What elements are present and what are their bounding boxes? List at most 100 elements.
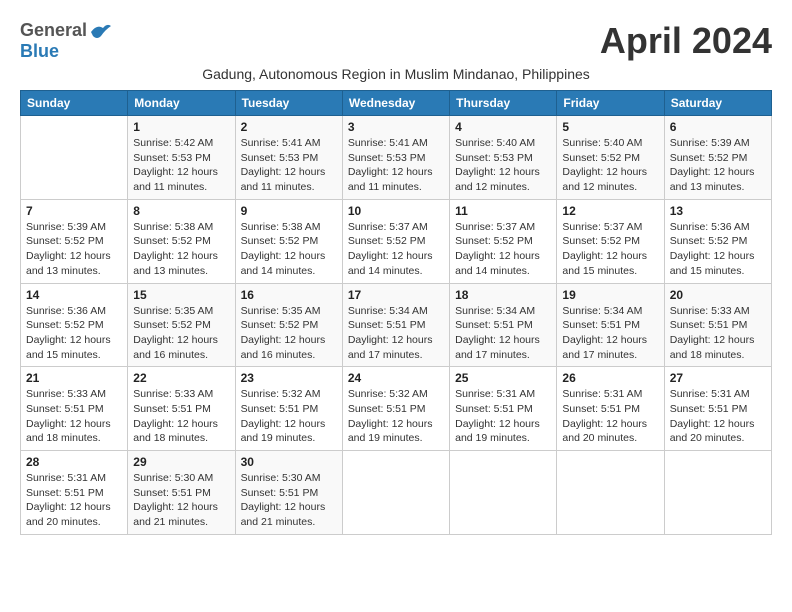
- calendar-week-row: 7 Sunrise: 5:39 AM Sunset: 5:52 PM Daylig…: [21, 199, 772, 283]
- day-number: 9: [241, 204, 337, 218]
- logo-bird-icon: [89, 22, 111, 40]
- calendar-table: SundayMondayTuesdayWednesdayThursdayFrid…: [20, 90, 772, 535]
- day-number: 20: [670, 288, 766, 302]
- calendar-day-cell: 22Sunrise: 5:33 AM Sunset: 5:51 PM Dayli…: [128, 367, 235, 451]
- day-info: Sunrise: 5:35 AM Sunset: 5:52 PM Dayligh…: [133, 304, 229, 363]
- calendar-day-cell: 12Sunrise: 5:37 AM Sunset: 5:52 PM Dayli…: [557, 199, 664, 283]
- weekday-header-cell: Saturday: [664, 91, 771, 116]
- day-info: Sunrise: 5:42 AM Sunset: 5:53 PM Dayligh…: [133, 136, 229, 195]
- weekday-header-row: SundayMondayTuesdayWednesdayThursdayFrid…: [21, 91, 772, 116]
- calendar-day-cell: 21Sunrise: 5:33 AM Sunset: 5:51 PM Dayli…: [21, 367, 128, 451]
- logo-blue-text: Blue: [20, 41, 59, 62]
- day-number: 3: [348, 120, 444, 134]
- day-info: Sunrise: 5:39 AM Sunset: 5:52 PM Dayligh…: [670, 136, 766, 195]
- day-info: Sunrise: 5:37 AM Sunset: 5:52 PM Dayligh…: [455, 220, 551, 279]
- calendar-body: 1 Sunrise: 5:42 AM Sunset: 5:53 PM Daylig…: [21, 116, 772, 535]
- calendar-day-cell: 4 Sunrise: 5:40 AM Sunset: 5:53 PM Daylig…: [450, 116, 557, 200]
- day-number: 15: [133, 288, 229, 302]
- day-info: Sunrise: 5:35 AM Sunset: 5:52 PM Dayligh…: [241, 304, 337, 363]
- day-number: 18: [455, 288, 551, 302]
- day-number: 13: [670, 204, 766, 218]
- calendar-day-cell: 17Sunrise: 5:34 AM Sunset: 5:51 PM Dayli…: [342, 283, 449, 367]
- day-number: 19: [562, 288, 658, 302]
- logo-general-text: General: [20, 20, 87, 41]
- calendar-day-cell: 30Sunrise: 5:30 AM Sunset: 5:51 PM Dayli…: [235, 451, 342, 535]
- day-number: 17: [348, 288, 444, 302]
- weekday-header-cell: Friday: [557, 91, 664, 116]
- day-info: Sunrise: 5:37 AM Sunset: 5:52 PM Dayligh…: [348, 220, 444, 279]
- calendar-day-cell: 29 Sunrise: 5:30 AM Sunset: 5:51 PM Dayli…: [128, 451, 235, 535]
- day-number: 4: [455, 120, 551, 134]
- day-number: 8: [133, 204, 229, 218]
- weekday-header-cell: Tuesday: [235, 91, 342, 116]
- day-info: Sunrise: 5:41 AM Sunset: 5:53 PM Dayligh…: [348, 136, 444, 195]
- day-number: 29: [133, 455, 229, 469]
- day-number: 12: [562, 204, 658, 218]
- calendar-week-row: 1 Sunrise: 5:42 AM Sunset: 5:53 PM Daylig…: [21, 116, 772, 200]
- calendar-day-cell: 8 Sunrise: 5:38 AM Sunset: 5:52 PM Daylig…: [128, 199, 235, 283]
- calendar-day-cell: 5 Sunrise: 5:40 AM Sunset: 5:52 PM Daylig…: [557, 116, 664, 200]
- day-info: Sunrise: 5:31 AM Sunset: 5:51 PM Dayligh…: [26, 471, 122, 530]
- day-info: Sunrise: 5:31 AM Sunset: 5:51 PM Dayligh…: [670, 387, 766, 446]
- day-info: Sunrise: 5:33 AM Sunset: 5:51 PM Dayligh…: [26, 387, 122, 446]
- day-number: 26: [562, 371, 658, 385]
- calendar-week-row: 28Sunrise: 5:31 AM Sunset: 5:51 PM Dayli…: [21, 451, 772, 535]
- calendar-day-cell: 28Sunrise: 5:31 AM Sunset: 5:51 PM Dayli…: [21, 451, 128, 535]
- calendar-day-cell: 3 Sunrise: 5:41 AM Sunset: 5:53 PM Daylig…: [342, 116, 449, 200]
- weekday-header-cell: Wednesday: [342, 91, 449, 116]
- calendar-day-cell: 7 Sunrise: 5:39 AM Sunset: 5:52 PM Daylig…: [21, 199, 128, 283]
- calendar-day-cell: 24Sunrise: 5:32 AM Sunset: 5:51 PM Dayli…: [342, 367, 449, 451]
- day-number: 25: [455, 371, 551, 385]
- day-number: 6: [670, 120, 766, 134]
- calendar-day-cell: [664, 451, 771, 535]
- day-info: Sunrise: 5:40 AM Sunset: 5:53 PM Dayligh…: [455, 136, 551, 195]
- weekday-header-cell: Monday: [128, 91, 235, 116]
- day-info: Sunrise: 5:31 AM Sunset: 5:51 PM Dayligh…: [455, 387, 551, 446]
- day-info: Sunrise: 5:34 AM Sunset: 5:51 PM Dayligh…: [562, 304, 658, 363]
- day-info: Sunrise: 5:33 AM Sunset: 5:51 PM Dayligh…: [670, 304, 766, 363]
- calendar-day-cell: 20 Sunrise: 5:33 AM Sunset: 5:51 PM Dayli…: [664, 283, 771, 367]
- weekday-header-cell: Thursday: [450, 91, 557, 116]
- day-info: Sunrise: 5:39 AM Sunset: 5:52 PM Dayligh…: [26, 220, 122, 279]
- calendar-day-cell: 25 Sunrise: 5:31 AM Sunset: 5:51 PM Dayli…: [450, 367, 557, 451]
- calendar-day-cell: 13 Sunrise: 5:36 AM Sunset: 5:52 PM Dayli…: [664, 199, 771, 283]
- day-number: 10: [348, 204, 444, 218]
- day-info: Sunrise: 5:40 AM Sunset: 5:52 PM Dayligh…: [562, 136, 658, 195]
- day-number: 5: [562, 120, 658, 134]
- calendar-day-cell: 6 Sunrise: 5:39 AM Sunset: 5:52 PM Daylig…: [664, 116, 771, 200]
- day-info: Sunrise: 5:30 AM Sunset: 5:51 PM Dayligh…: [133, 471, 229, 530]
- day-number: 1: [133, 120, 229, 134]
- day-number: 11: [455, 204, 551, 218]
- calendar-day-cell: 27 Sunrise: 5:31 AM Sunset: 5:51 PM Dayli…: [664, 367, 771, 451]
- calendar-week-row: 21Sunrise: 5:33 AM Sunset: 5:51 PM Dayli…: [21, 367, 772, 451]
- day-number: 16: [241, 288, 337, 302]
- day-info: Sunrise: 5:36 AM Sunset: 5:52 PM Dayligh…: [26, 304, 122, 363]
- calendar-day-cell: 10 Sunrise: 5:37 AM Sunset: 5:52 PM Dayli…: [342, 199, 449, 283]
- calendar-week-row: 14 Sunrise: 5:36 AM Sunset: 5:52 PM Dayli…: [21, 283, 772, 367]
- day-number: 14: [26, 288, 122, 302]
- calendar-day-cell: 18 Sunrise: 5:34 AM Sunset: 5:51 PM Dayli…: [450, 283, 557, 367]
- calendar-day-cell: [450, 451, 557, 535]
- calendar-day-cell: 11 Sunrise: 5:37 AM Sunset: 5:52 PM Dayli…: [450, 199, 557, 283]
- calendar-day-cell: [21, 116, 128, 200]
- calendar-day-cell: [342, 451, 449, 535]
- day-number: 27: [670, 371, 766, 385]
- day-number: 7: [26, 204, 122, 218]
- logo: General Blue: [20, 20, 111, 62]
- day-info: Sunrise: 5:38 AM Sunset: 5:52 PM Dayligh…: [241, 220, 337, 279]
- calendar-day-cell: 19 Sunrise: 5:34 AM Sunset: 5:51 PM Dayli…: [557, 283, 664, 367]
- month-title: April 2024: [600, 20, 772, 62]
- day-info: Sunrise: 5:34 AM Sunset: 5:51 PM Dayligh…: [455, 304, 551, 363]
- calendar-day-cell: 23Sunrise: 5:32 AM Sunset: 5:51 PM Dayli…: [235, 367, 342, 451]
- day-number: 23: [241, 371, 337, 385]
- calendar-day-cell: 15 Sunrise: 5:35 AM Sunset: 5:52 PM Dayli…: [128, 283, 235, 367]
- calendar-day-cell: 9 Sunrise: 5:38 AM Sunset: 5:52 PM Daylig…: [235, 199, 342, 283]
- day-info: Sunrise: 5:36 AM Sunset: 5:52 PM Dayligh…: [670, 220, 766, 279]
- day-info: Sunrise: 5:30 AM Sunset: 5:51 PM Dayligh…: [241, 471, 337, 530]
- day-info: Sunrise: 5:38 AM Sunset: 5:52 PM Dayligh…: [133, 220, 229, 279]
- page-header: General Blue April 2024: [20, 20, 772, 62]
- calendar-day-cell: 1 Sunrise: 5:42 AM Sunset: 5:53 PM Daylig…: [128, 116, 235, 200]
- day-info: Sunrise: 5:41 AM Sunset: 5:53 PM Dayligh…: [241, 136, 337, 195]
- weekday-header-cell: Sunday: [21, 91, 128, 116]
- day-number: 22: [133, 371, 229, 385]
